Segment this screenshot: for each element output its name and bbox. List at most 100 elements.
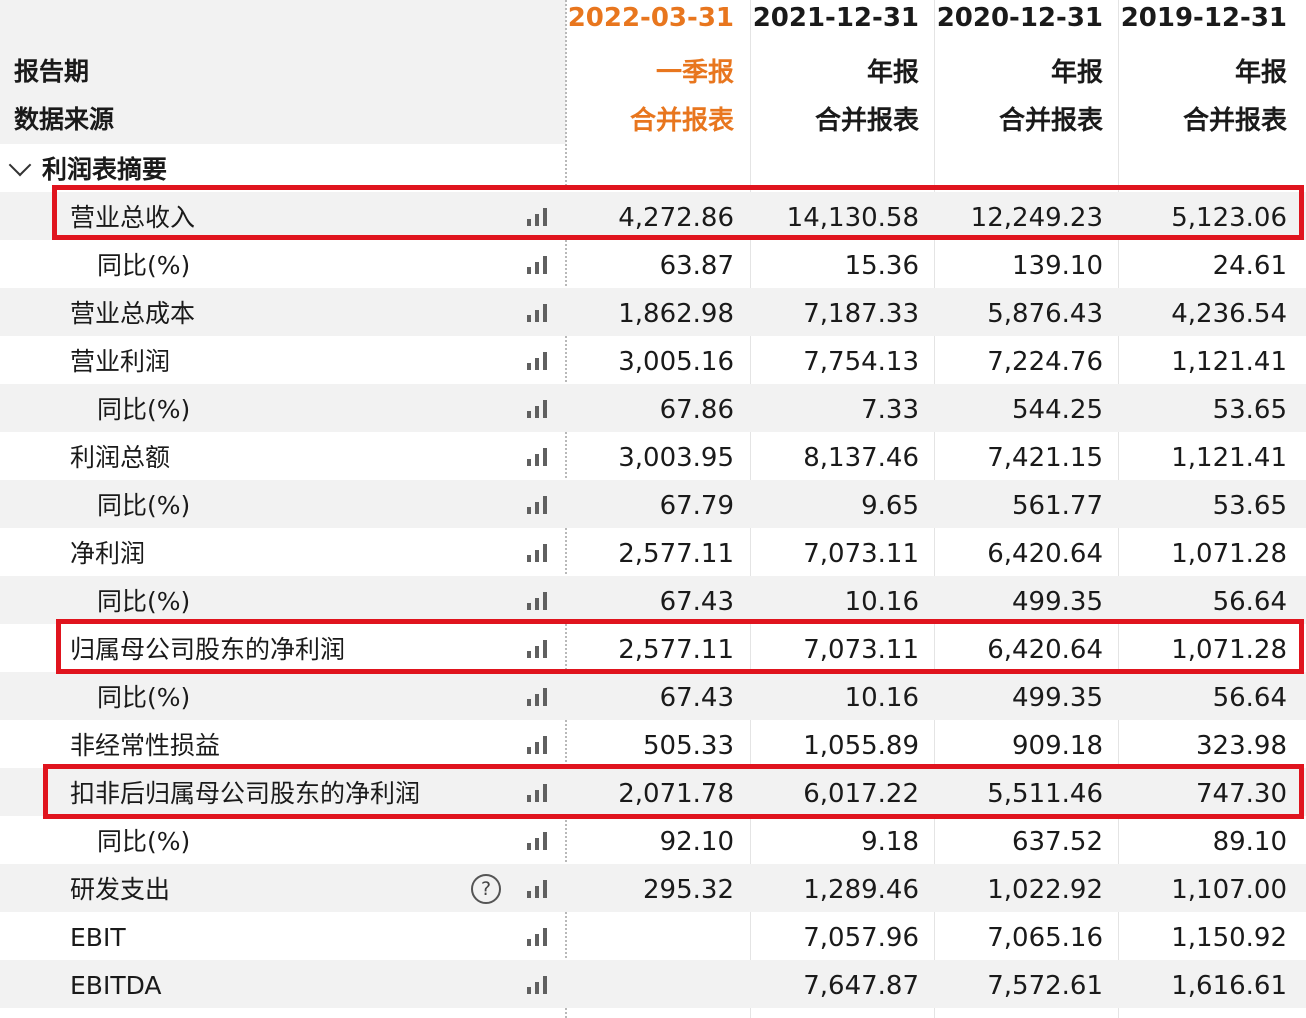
table-row[interactable]: 净利润 2,577.11 7,073.11 6,420.64 1,071.28	[0, 528, 1306, 576]
table-row[interactable]: 非经常性损益 505.33 1,055.89 909.18 323.98	[0, 720, 1306, 768]
value-cell: 1,022.92	[987, 875, 1103, 905]
bar-chart-icon[interactable]	[527, 544, 551, 562]
value-cell: 7,647.87	[803, 971, 919, 1001]
value-cell: 2,577.11	[618, 539, 734, 569]
bar-chart-icon[interactable]	[527, 688, 551, 706]
table-row[interactable]: EBITDA 7,647.87 7,572.61 1,616.61	[0, 960, 1306, 1008]
value-cell: 67.79	[659, 491, 734, 521]
value-cell: 1,055.89	[803, 731, 919, 761]
bar-chart-icon[interactable]	[527, 304, 551, 322]
row-label: 营业利润	[70, 347, 171, 376]
bar-chart-icon[interactable]	[527, 448, 551, 466]
value-cell: 56.64	[1212, 683, 1287, 713]
highlight-box-revenue	[52, 185, 1304, 240]
row-label: EBITDA	[70, 971, 162, 1000]
value-cell: 1,289.46	[803, 875, 919, 905]
row-label: 同比(%)	[97, 251, 191, 280]
table-row[interactable]: 同比(%) 67.43 10.16 499.35 56.64	[0, 672, 1306, 720]
row-label: 同比(%)	[97, 491, 191, 520]
source-3: 合并报表	[1182, 106, 1287, 136]
value-cell: 7,754.13	[803, 347, 919, 377]
bar-chart-icon[interactable]	[527, 256, 551, 274]
row-label: 非经常性损益	[70, 731, 221, 760]
date-header-0[interactable]: 2022-03-31	[566, 3, 734, 33]
date-header-3[interactable]: 2019-12-31	[1119, 3, 1287, 33]
report-type-3: 年报	[1234, 58, 1287, 88]
bar-chart-icon[interactable]	[527, 832, 551, 850]
value-cell: 7,073.11	[803, 539, 919, 569]
report-type-0: 一季报	[655, 58, 734, 88]
value-cell: 7,421.15	[987, 443, 1103, 473]
value-cell: 9.65	[861, 491, 919, 521]
row-label: 同比(%)	[97, 683, 191, 712]
bar-chart-icon[interactable]	[527, 400, 551, 418]
value-cell: 10.16	[844, 587, 919, 617]
table-row[interactable]: 同比(%) 67.79 9.65 561.77 53.65	[0, 480, 1306, 528]
value-cell: 3,005.16	[618, 347, 734, 377]
value-cell: 7.33	[861, 395, 919, 425]
value-cell: 5,876.43	[987, 299, 1103, 329]
source-2: 合并报表	[998, 106, 1103, 136]
value-cell: 544.25	[1012, 395, 1103, 425]
value-cell: 1,862.98	[618, 299, 734, 329]
value-cell: 499.35	[1012, 587, 1103, 617]
value-cell: 8,137.46	[803, 443, 919, 473]
value-cell: 1,150.92	[1171, 923, 1287, 953]
bar-chart-icon[interactable]	[527, 496, 551, 514]
value-cell: 7,065.16	[987, 923, 1103, 953]
value-cell: 63.87	[659, 251, 734, 281]
table-row[interactable]: 利润总额 3,003.95 8,137.46 7,421.15 1,121.41	[0, 432, 1306, 480]
highlight-box-adjusted-net-profit	[43, 764, 1304, 819]
value-cell: 89.10	[1212, 827, 1287, 857]
value-cell: 1,121.41	[1171, 443, 1287, 473]
highlight-box-parent-net-profit	[56, 619, 1304, 674]
value-cell: 67.86	[659, 395, 734, 425]
value-cell: 323.98	[1196, 731, 1287, 761]
bar-chart-icon[interactable]	[527, 976, 551, 994]
table-row[interactable]: 同比(%) 63.87 15.36 139.10 24.61	[0, 240, 1306, 288]
value-cell: 7,572.61	[987, 971, 1103, 1001]
table-row[interactable]: 同比(%) 92.10 9.18 637.52 89.10	[0, 816, 1306, 864]
value-cell: 499.35	[1012, 683, 1103, 713]
value-cell: 53.65	[1212, 491, 1287, 521]
value-cell: 295.32	[643, 875, 734, 905]
value-cell: 92.10	[659, 827, 734, 857]
report-period-label: 报告期	[14, 57, 90, 86]
table-row[interactable]: 营业总成本 1,862.98 7,187.33 5,876.43 4,236.54	[0, 288, 1306, 336]
bar-chart-icon[interactable]	[527, 928, 551, 946]
source-0: 合并报表	[629, 106, 734, 136]
row-label: 研发支出	[70, 875, 171, 904]
help-icon[interactable]: ?	[471, 874, 501, 904]
row-label: 利润总额	[70, 443, 171, 472]
bar-chart-icon[interactable]	[527, 592, 551, 610]
report-type-1: 年报	[866, 58, 919, 88]
table-row[interactable]: EBIT 7,057.96 7,065.16 1,150.92	[0, 912, 1306, 960]
value-cell: 139.10	[1012, 251, 1103, 281]
value-cell: 67.43	[659, 587, 734, 617]
value-cell: 15.36	[844, 251, 919, 281]
bar-chart-icon[interactable]	[527, 352, 551, 370]
value-cell: 24.61	[1212, 251, 1287, 281]
bar-chart-icon[interactable]	[527, 736, 551, 754]
value-cell: 9.18	[861, 827, 919, 857]
profit-summary-table: 报告期 数据来源 2022-03-31 2021-12-31 2020-12-3…	[0, 0, 1306, 1018]
table-row[interactable]: 研发支出? 295.32 1,289.46 1,022.92 1,107.00	[0, 864, 1306, 912]
value-cell: 67.43	[659, 683, 734, 713]
row-label: 营业总成本	[70, 299, 196, 328]
value-cell	[566, 960, 734, 1008]
bar-chart-icon[interactable]	[527, 880, 551, 898]
section-title[interactable]: 利润表摘要	[42, 150, 167, 186]
value-cell: 637.52	[1012, 827, 1103, 857]
value-cell: 4,236.54	[1171, 299, 1287, 329]
table-row[interactable]: 同比(%) 67.43 10.16 499.35 56.64	[0, 576, 1306, 624]
value-cell: 53.65	[1212, 395, 1287, 425]
value-cell: 1,121.41	[1171, 347, 1287, 377]
value-cell: 1,616.61	[1171, 971, 1287, 1001]
date-header-1[interactable]: 2021-12-31	[751, 3, 919, 33]
value-cell: 505.33	[643, 731, 734, 761]
row-label: 净利润	[70, 539, 146, 568]
date-header-2[interactable]: 2020-12-31	[935, 3, 1103, 33]
table-row[interactable]: 营业利润 3,005.16 7,754.13 7,224.76 1,121.41	[0, 336, 1306, 384]
table-row[interactable]: 同比(%) 67.86 7.33 544.25 53.65	[0, 384, 1306, 432]
report-type-2: 年报	[1050, 58, 1103, 88]
